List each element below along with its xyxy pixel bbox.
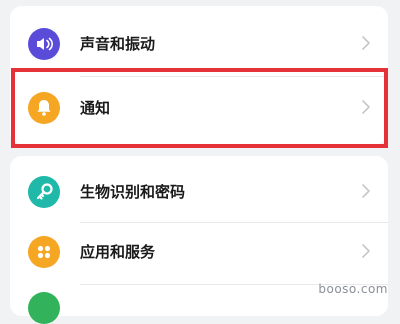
chevron-right-icon bbox=[362, 184, 370, 198]
settings-item-sound-vibration[interactable]: 声音和振动 bbox=[10, 14, 388, 74]
apps-grid-icon bbox=[28, 236, 60, 268]
settings-item-biometrics-password[interactable]: 生物识别和密码 bbox=[10, 162, 388, 222]
watermark: booso.com bbox=[318, 282, 388, 296]
settings-item-label: 生物识别和密码 bbox=[80, 183, 186, 201]
chevron-right-icon bbox=[362, 36, 370, 50]
settings-item-apps-services[interactable]: 应用和服务 bbox=[10, 222, 388, 282]
settings-item-label: 声音和振动 bbox=[80, 35, 156, 53]
partial-settings-icon[interactable] bbox=[28, 292, 60, 324]
volume-icon bbox=[28, 28, 60, 60]
chevron-right-icon bbox=[362, 244, 370, 258]
highlight-box bbox=[11, 68, 388, 148]
key-icon bbox=[28, 176, 60, 208]
settings-item-label: 应用和服务 bbox=[80, 243, 156, 261]
